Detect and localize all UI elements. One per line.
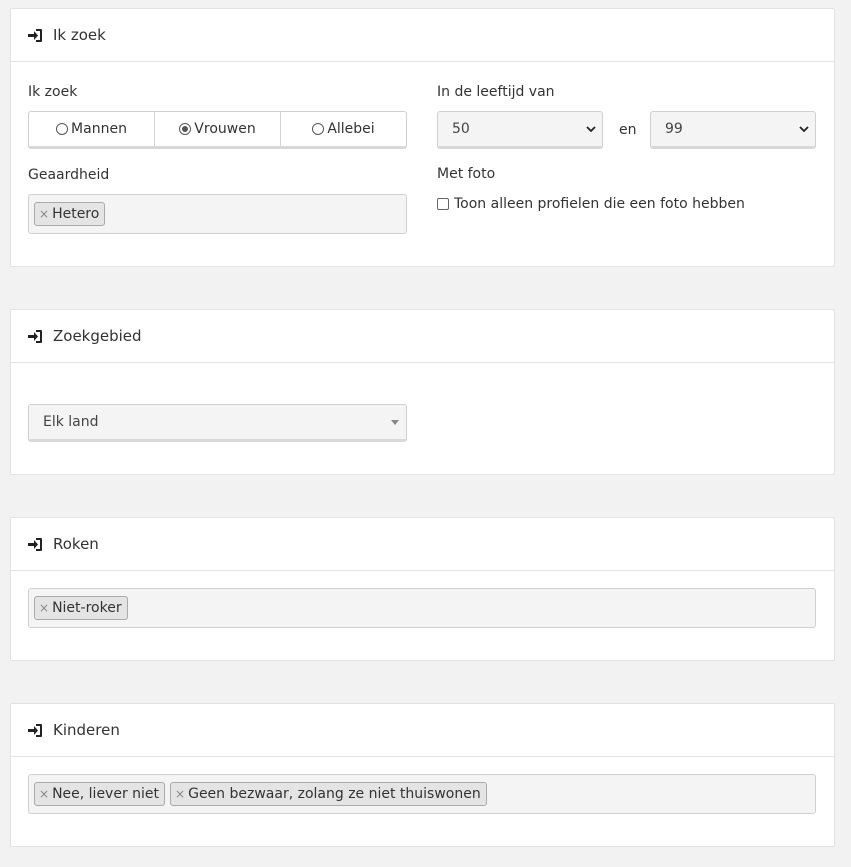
age-max-value: 99	[665, 121, 683, 137]
panel-title: Zoekgebied	[53, 327, 142, 345]
sign-in-icon	[28, 723, 42, 737]
seeking-label: Ik zoek	[28, 84, 78, 100]
panel-header: Zoekgebied	[11, 310, 834, 363]
tag-remove-icon[interactable]: ×	[175, 787, 185, 801]
chevron-down-icon	[586, 126, 596, 133]
sign-in-icon	[28, 28, 42, 42]
panel-roken: Roken × Niet-roker	[10, 517, 835, 661]
tag-label: Niet-roker	[52, 600, 122, 616]
country-select[interactable]: Elk land	[28, 404, 407, 442]
panel-header: Ik zoek	[11, 9, 834, 62]
radio-allebei-label: Allebei	[327, 121, 375, 137]
tag-label: Hetero	[52, 206, 100, 222]
radio-vrouwen[interactable]: Vrouwen	[155, 112, 281, 146]
gender-radio-group: Mannen Vrouwen Allebei	[28, 111, 407, 149]
tag-item: × Nee, liever niet	[34, 782, 166, 806]
tag-label: Nee, liever niet	[52, 786, 160, 802]
radio-mannen-label: Mannen	[71, 121, 127, 137]
panel-header: Roken	[11, 518, 834, 571]
sign-in-icon	[28, 537, 42, 551]
tag-item: × Niet-roker	[34, 596, 128, 620]
panel-zoekgebied: Zoekgebied Elk land	[10, 309, 835, 475]
age-min-select[interactable]: 50	[437, 111, 603, 149]
panel-ik-zoek: Ik zoek Ik zoek Mannen Vrouwen Allebei I…	[10, 8, 835, 267]
country-value: Elk land	[43, 414, 99, 430]
caret-down-icon	[391, 420, 399, 425]
panel-title: Ik zoek	[53, 26, 106, 44]
orientation-label: Geaardheid	[28, 167, 110, 183]
panel-title: Roken	[53, 535, 99, 553]
tag-item: × Geen bezwaar, zolang ze niet thuiswone…	[170, 782, 487, 806]
orientation-tag-input[interactable]: × Hetero	[28, 194, 407, 234]
radio-allebei-circle[interactable]	[312, 123, 325, 135]
panel-header: Kinderen	[11, 704, 834, 757]
smoking-tag-input[interactable]: × Niet-roker	[28, 588, 816, 628]
photo-checkbox-row[interactable]: Toon alleen profielen die een foto hebbe…	[437, 196, 745, 212]
radio-vrouwen-label: Vrouwen	[194, 121, 256, 137]
sign-in-icon	[28, 329, 42, 343]
photo-checkbox[interactable]	[437, 198, 449, 210]
panel-kinderen: Kinderen × Nee, liever niet × Geen bezwa…	[10, 703, 835, 847]
panel-title: Kinderen	[53, 721, 120, 739]
chevron-down-icon	[799, 126, 809, 133]
radio-vrouwen-circle[interactable]	[179, 123, 192, 135]
children-tag-input[interactable]: × Nee, liever niet × Geen bezwaar, zolan…	[28, 774, 816, 814]
tag-label: Geen bezwaar, zolang ze niet thuiswonen	[188, 786, 481, 802]
tag-remove-icon[interactable]: ×	[39, 207, 49, 221]
age-max-select[interactable]: 99	[650, 111, 816, 149]
age-separator: en	[619, 122, 637, 138]
tag-remove-icon[interactable]: ×	[39, 787, 49, 801]
radio-allebei[interactable]: Allebei	[281, 112, 406, 146]
tag-item: × Hetero	[34, 202, 106, 226]
radio-mannen-circle[interactable]	[56, 123, 69, 135]
age-label: In de leeftijd van	[437, 84, 555, 100]
age-min-value: 50	[452, 121, 470, 137]
photo-label: Met foto	[437, 166, 496, 182]
radio-mannen[interactable]: Mannen	[29, 112, 155, 146]
tag-remove-icon[interactable]: ×	[39, 601, 49, 615]
photo-checkbox-label: Toon alleen profielen die een foto hebbe…	[454, 196, 745, 212]
